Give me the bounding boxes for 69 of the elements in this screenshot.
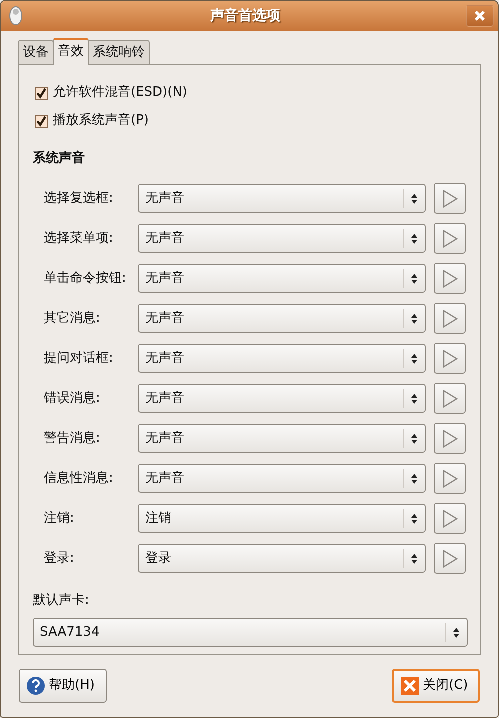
dropdown[interactable]: SAA7134 — [33, 618, 468, 647]
dropdown[interactable]: 登录 — [138, 544, 426, 573]
play-button[interactable] — [434, 383, 466, 414]
play-icon — [442, 390, 458, 408]
field-label: 注销: — [44, 510, 76, 528]
speaker-icon — [7, 6, 25, 26]
field-label: 单击命令按钮: — [44, 270, 128, 288]
tab[interactable]: 音效 — [53, 38, 89, 65]
field-label: 错误消息: — [44, 390, 102, 408]
play-button[interactable] — [434, 463, 466, 494]
field-label: 提问对话框: — [44, 350, 114, 368]
checkbox[interactable] — [35, 114, 48, 128]
play-button[interactable] — [434, 183, 466, 214]
dropdown[interactable]: 无声音 — [138, 264, 426, 293]
dropdown[interactable]: 无声音 — [138, 464, 426, 493]
play-button[interactable] — [434, 503, 466, 534]
spinner-arrows-icon — [411, 312, 418, 324]
spinner-arrows-icon — [411, 192, 418, 204]
play-button[interactable] — [434, 303, 466, 334]
help-icon — [26, 676, 46, 696]
play-icon — [442, 190, 458, 208]
spinner-arrows-icon — [453, 626, 460, 638]
play-button[interactable] — [434, 223, 466, 254]
dropdown[interactable]: 无声音 — [138, 304, 426, 333]
checkbox-label: 允许软件混音(ESD)(N) — [53, 84, 188, 102]
field-label: 登录: — [44, 550, 76, 568]
close-icon — [474, 10, 486, 22]
spinner-arrows-icon — [411, 472, 418, 484]
play-button[interactable] — [434, 543, 466, 574]
play-icon — [442, 550, 458, 568]
play-icon — [442, 510, 458, 528]
tab[interactable]: 设备 — [18, 40, 54, 64]
spinner-arrows-icon — [411, 552, 418, 564]
field-label: 默认声卡: — [33, 592, 90, 610]
play-icon — [442, 230, 458, 248]
spinner-arrows-icon — [411, 432, 418, 444]
field-label: 信息性消息: — [44, 470, 114, 488]
field-label: 选择复选框: — [44, 190, 114, 208]
checkbox[interactable] — [35, 86, 48, 100]
play-button[interactable] — [434, 423, 466, 454]
dropdown[interactable]: 无声音 — [138, 184, 426, 213]
dropdown[interactable]: 无声音 — [138, 384, 426, 413]
section-heading: 系统声音 — [33, 150, 86, 168]
play-icon — [442, 430, 458, 448]
play-icon — [442, 270, 458, 288]
spinner-arrows-icon — [411, 512, 418, 524]
dropdown[interactable]: 无声音 — [138, 344, 426, 373]
field-label: 警告消息: — [44, 430, 102, 448]
spinner-arrows-icon — [411, 232, 418, 244]
play-button[interactable] — [434, 263, 466, 294]
checkbox-label: 播放系统声音(P) — [53, 112, 149, 130]
tab[interactable]: 系统响铃 — [88, 40, 150, 64]
close-button[interactable] — [466, 5, 494, 27]
dropdown[interactable]: 无声音 — [138, 224, 426, 253]
help-button[interactable]: 帮助(H) — [19, 669, 107, 703]
window-title: 声音首选项 — [210, 6, 282, 26]
spinner-arrows-icon — [411, 352, 418, 364]
play-button[interactable] — [434, 343, 466, 374]
field-label: 其它消息: — [44, 310, 102, 328]
play-icon — [442, 350, 458, 368]
play-icon — [442, 310, 458, 328]
play-icon — [442, 470, 458, 488]
dropdown[interactable]: 无声音 — [138, 424, 426, 453]
close-icon — [400, 676, 420, 696]
dropdown[interactable]: 注销 — [138, 504, 426, 533]
close-button[interactable]: 关闭(C) — [392, 669, 480, 703]
spinner-arrows-icon — [411, 272, 418, 284]
field-label: 选择菜单项: — [44, 230, 114, 248]
spinner-arrows-icon — [411, 392, 418, 404]
